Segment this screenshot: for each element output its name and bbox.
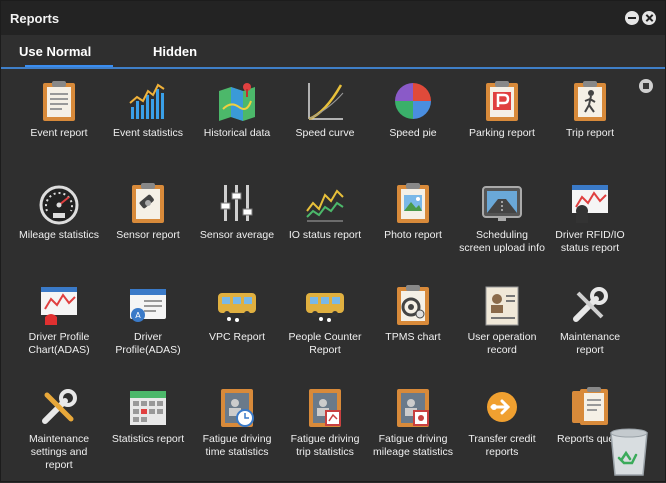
report-scheduling-screen-upload-info[interactable]: Scheduling screen upload info	[459, 175, 545, 279]
report-maintenance-settings-and-report[interactable]: Maintenance settings and report	[16, 379, 102, 483]
user-record-icon	[485, 286, 519, 326]
report-sensor-average[interactable]: Sensor average	[194, 175, 280, 279]
report-label: VPC Report	[208, 331, 266, 343]
report-label: Fatigue driving trip statistics	[290, 433, 360, 458]
documents-icon	[572, 387, 608, 425]
report-label: TPMS chart	[385, 331, 441, 343]
clipboard-icon	[43, 81, 75, 121]
report-label: Transfer credit reports	[468, 433, 536, 458]
report-label: Mileage statistics	[19, 229, 99, 241]
sliders-icon	[220, 185, 253, 221]
transfer-icon	[487, 392, 517, 422]
report-fatigue-driving-trip-statistics[interactable]: Fatigue driving trip statistics	[282, 379, 368, 483]
profile-card-icon: A	[130, 289, 166, 322]
report-label: Speed curve	[295, 127, 355, 139]
report-grid: Event report Event statistics Historical…	[1, 73, 665, 483]
fatigue-clock-icon	[221, 389, 254, 427]
report-label: Event statistics	[112, 127, 184, 139]
bar-chart-icon	[129, 83, 165, 119]
recycle-bin-icon[interactable]	[605, 425, 653, 477]
parking-icon	[486, 81, 518, 121]
tab-hidden[interactable]: Hidden	[153, 44, 197, 59]
wrench-icon	[573, 287, 608, 322]
report-speed-pie[interactable]: Speed pie	[370, 73, 456, 177]
report-driver-profile-adas[interactable]: A Driver Profile(ADAS)	[105, 277, 191, 381]
calendar-table-icon	[130, 391, 166, 425]
fatigue-mileage-icon	[397, 389, 429, 427]
report-io-status-report[interactable]: IO status report	[282, 175, 368, 279]
pie-chart-icon	[395, 83, 431, 119]
report-driver-profile-chart-adas[interactable]: Driver Profile Chart(ADAS)	[16, 277, 102, 381]
report-mileage-statistics[interactable]: Mileage statistics	[16, 175, 102, 279]
report-event-statistics[interactable]: Event statistics	[105, 73, 191, 177]
curve-chart-icon	[308, 83, 344, 121]
report-speed-curve[interactable]: Speed curve	[282, 73, 368, 177]
report-fatigue-driving-time-statistics[interactable]: Fatigue driving time statistics	[194, 379, 280, 483]
report-historical-data[interactable]: Historical data	[194, 73, 280, 177]
report-label: Trip report	[565, 127, 615, 139]
close-button[interactable]	[642, 11, 656, 25]
report-sensor-report[interactable]: Sensor report	[105, 175, 191, 279]
pedestrian-icon	[574, 81, 606, 121]
report-label: Photo report	[384, 229, 442, 241]
speedometer-icon	[39, 185, 79, 225]
window-title: Reports	[10, 11, 60, 26]
report-label: IO status report	[288, 229, 362, 241]
reports-window: Reports Use Normal Hidden Event report E…	[0, 0, 666, 482]
line-chart-icon	[306, 189, 344, 222]
driver-chart-icon	[572, 185, 608, 223]
tab-bar: Use Normal Hidden	[1, 35, 665, 93]
report-label: Statistics report	[111, 433, 185, 445]
report-label: User operation record	[467, 331, 537, 356]
report-label: Maintenance report	[559, 331, 621, 356]
report-driver-rfid-io-status-report[interactable]: Driver RFID/IO status report	[547, 175, 633, 279]
title-bar: Reports	[1, 1, 665, 35]
report-statistics-report[interactable]: Statistics report	[105, 379, 191, 483]
tools-icon	[42, 389, 77, 424]
bus-people-icon	[306, 293, 344, 322]
report-trip-report[interactable]: Trip report	[547, 73, 633, 177]
report-fatigue-driving-mileage-statistics[interactable]: Fatigue driving mileage statistics	[370, 379, 456, 483]
report-label: Sensor average	[199, 229, 275, 241]
photo-icon	[397, 183, 429, 223]
tire-gauge-icon	[397, 285, 429, 325]
report-event-report[interactable]: Event report	[16, 73, 102, 177]
tab-use-normal[interactable]: Use Normal	[19, 44, 91, 59]
report-label: Historical data	[203, 127, 271, 139]
report-parking-report[interactable]: Parking report	[459, 73, 545, 177]
map-pin-icon	[219, 83, 255, 121]
sensor-icon	[132, 183, 164, 223]
report-transfer-credit-reports[interactable]: Transfer credit reports	[459, 379, 545, 483]
report-label: People Counter Report	[288, 331, 362, 356]
report-label: Maintenance settings and report	[28, 433, 90, 471]
report-label: Speed pie	[389, 127, 437, 139]
report-label: Scheduling screen upload info	[459, 229, 545, 254]
report-label: Parking report	[469, 127, 535, 139]
road-screen-icon	[482, 186, 522, 221]
report-label: Event report	[30, 127, 88, 139]
tab-divider	[1, 67, 665, 69]
report-user-operation-record[interactable]: User operation record	[459, 277, 545, 381]
alarm-chart-icon	[41, 287, 77, 325]
report-tpms-chart[interactable]: TPMS chart	[370, 277, 456, 381]
report-label: Driver Profile Chart(ADAS)	[28, 331, 90, 356]
report-label: Fatigue driving time statistics	[202, 433, 272, 458]
report-photo-report[interactable]: Photo report	[370, 175, 456, 279]
report-maintenance-report[interactable]: Maintenance report	[547, 277, 633, 381]
minimize-button[interactable]	[625, 11, 639, 25]
fatigue-trip-icon	[309, 389, 341, 427]
bus-icon	[218, 293, 256, 322]
report-label: Fatigue driving mileage statistics	[373, 433, 453, 458]
report-people-counter-report[interactable]: People Counter Report	[282, 277, 368, 381]
svg-text:A: A	[135, 311, 141, 320]
report-label: Sensor report	[116, 229, 180, 241]
report-vpc-report[interactable]: VPC Report	[194, 277, 280, 381]
report-label: Driver RFID/IO status report	[555, 229, 625, 254]
report-label: Driver Profile(ADAS)	[115, 331, 181, 356]
